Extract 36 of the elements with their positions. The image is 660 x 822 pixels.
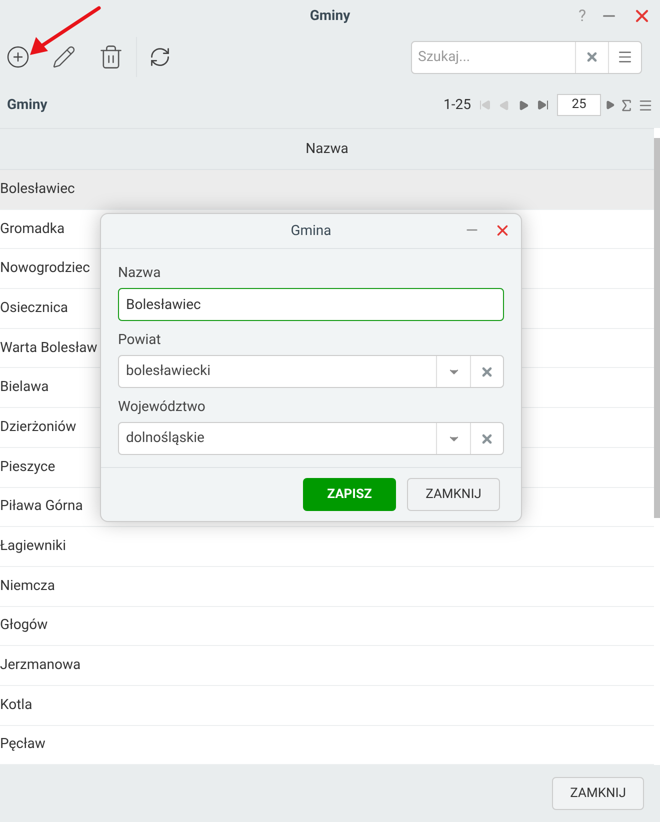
dialog-title: Gmina [290, 222, 332, 240]
table-row[interactable]: Pęcław [0, 726, 654, 765]
select-field[interactable]: bolesławiecki [118, 355, 504, 388]
last-page-icon[interactable] [537, 99, 549, 111]
search-field[interactable]: Szukaj... [411, 40, 642, 74]
next-page-icon[interactable] [518, 100, 529, 110]
page-range: 1-25 [444, 96, 471, 114]
close-button[interactable]: ZAMKNIJ [552, 777, 644, 810]
clear-icon [585, 50, 599, 64]
search-input[interactable]: Szukaj... [412, 46, 575, 68]
clear-icon [480, 432, 494, 446]
field-label: Nazwa [118, 264, 162, 283]
select-value: bolesławiecki [125, 362, 212, 381]
text-input[interactable]: Bolesławiec [118, 288, 504, 321]
pencil-icon[interactable] [52, 45, 76, 69]
table-row[interactable]: Bolesławiec [0, 170, 654, 210]
close-button[interactable]: ZAMKNIJ [407, 478, 500, 511]
sum-icon[interactable] [619, 98, 634, 112]
trash-icon[interactable] [98, 44, 124, 70]
field-label: Powiat [118, 331, 162, 350]
table-row[interactable]: Głogów [0, 606, 654, 646]
scrollbar-thumb[interactable] [654, 138, 660, 518]
select-field[interactable]: dolnośląskie [118, 422, 504, 455]
menu-icon[interactable] [617, 49, 633, 65]
column-header[interactable]: Nazwa [0, 128, 654, 170]
columns-menu-icon[interactable] [638, 98, 653, 112]
dropdown-icon[interactable] [605, 100, 615, 110]
save-button[interactable]: ZAPISZ [303, 478, 396, 511]
page-size-field[interactable]: 25 [557, 94, 601, 116]
field-label: Województwo [118, 398, 206, 417]
select-value: dolnośląskie [125, 429, 206, 448]
grid-title: Gminy [7, 96, 48, 114]
clear-icon [480, 364, 494, 378]
window-title: Gminy [310, 6, 350, 26]
refresh-icon[interactable] [149, 46, 171, 68]
add-icon[interactable] [6, 45, 30, 69]
